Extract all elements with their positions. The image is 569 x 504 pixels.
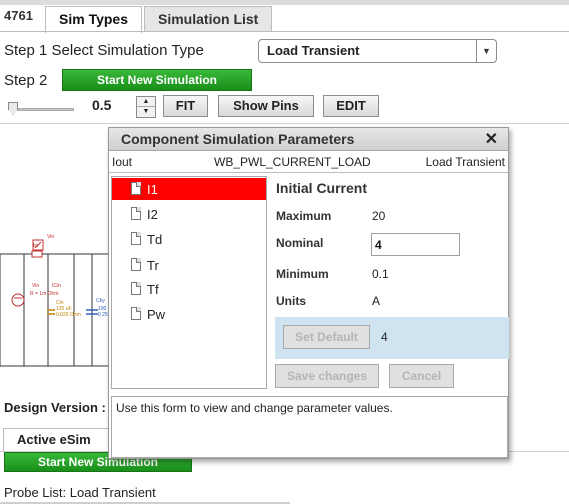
rs-label: R = 1m Ohm	[30, 291, 58, 297]
tab-active-esim[interactable]: Active eSim	[3, 428, 109, 452]
show-pins-button[interactable]: Show Pins	[218, 95, 314, 117]
tab-simulation-list[interactable]: Simulation List	[144, 6, 273, 32]
document-icon	[131, 207, 141, 220]
simulation-type-select[interactable]: Load Transient ▼	[258, 39, 497, 63]
vin-label: Vin	[47, 234, 54, 240]
component-sim-type: Load Transient	[425, 155, 505, 169]
param-detail-title: Initial Current	[276, 180, 368, 196]
param-label: Td	[147, 232, 163, 247]
default-value: 4	[381, 330, 388, 344]
param-label: I2	[147, 207, 158, 222]
param-item-tf[interactable]: Tf	[112, 278, 266, 300]
document-icon	[131, 232, 141, 245]
probe-list-label: Probe List: Load Transient	[4, 485, 156, 500]
document-icon	[131, 182, 141, 195]
maximum-label: Maximum	[276, 209, 332, 223]
document-icon	[131, 258, 141, 271]
parameter-list: I1 I2 Td Tr Tf Pw	[111, 176, 267, 389]
step2-label: Step 2	[4, 72, 48, 89]
units-label: Units	[276, 294, 306, 308]
design-version-label: Design Version :	[4, 400, 106, 415]
nominal-label: Nominal	[276, 236, 324, 250]
voltage-source-icon[interactable]	[11, 293, 25, 307]
canvas-divider	[0, 123, 569, 124]
maximum-value: 20	[372, 209, 386, 223]
spinner-up-icon[interactable]: ▲	[137, 97, 155, 107]
zoom-slider-track[interactable]	[10, 108, 74, 111]
param-item-i1[interactable]: I1	[112, 178, 266, 200]
iin-probe-icon[interactable]	[31, 250, 43, 258]
tab-sim-types[interactable]: Sim Types	[45, 6, 142, 33]
iin-label: Iin	[33, 243, 39, 249]
minimum-label: Minimum	[276, 267, 329, 281]
param-item-tr[interactable]: Tr	[112, 254, 266, 276]
top-strip	[0, 0, 569, 5]
cby-esr-label: 0.25	[98, 312, 108, 318]
start-new-simulation-button[interactable]: Start New Simulation	[62, 69, 252, 91]
component-name: Iout	[112, 155, 133, 169]
close-icon[interactable]: ✕	[485, 129, 498, 149]
main-tabs: Sim Types Simulation List	[45, 6, 274, 33]
param-label: Tr	[147, 258, 159, 273]
simulation-type-value: Load Transient	[267, 43, 360, 58]
nominal-input[interactable]	[371, 233, 460, 256]
component-simulation-parameters-dialog: Component Simulation Parameters ✕ Iout W…	[108, 127, 509, 459]
cby-label: Cby	[96, 298, 105, 304]
icin-label: ICin	[52, 283, 61, 289]
save-changes-button[interactable]: Save changes	[275, 364, 379, 388]
units-value: A	[372, 294, 381, 308]
cancel-button[interactable]: Cancel	[389, 364, 454, 388]
app-id: 4761	[4, 8, 33, 23]
param-item-pw[interactable]: Pw	[112, 303, 266, 325]
dialog-titlebar[interactable]: Component Simulation Parameters ✕	[109, 128, 508, 151]
spinner-down-icon[interactable]: ▼	[137, 107, 155, 117]
zoom-spinner[interactable]: ▲ ▼	[136, 96, 156, 118]
param-label: Tf	[147, 282, 159, 297]
document-icon	[131, 282, 141, 295]
fit-button[interactable]: FIT	[163, 95, 208, 117]
tab-divider	[0, 31, 569, 32]
edit-button[interactable]: EDIT	[323, 95, 379, 117]
param-label: I1	[147, 182, 158, 197]
step1-label: Step 1 Select Simulation Type	[4, 42, 204, 59]
component-model: WB_PWL_CURRENT_LOAD	[214, 155, 371, 169]
param-label: Pw	[147, 307, 166, 322]
dialog-title: Component Simulation Parameters	[121, 131, 355, 147]
schematic-canvas[interactable]: Vin Iin Vin ICin R = 1m Ohm Cin 120 uF 0…	[0, 232, 110, 372]
document-icon	[131, 307, 141, 320]
minimum-value: 0.1	[372, 267, 389, 281]
help-text-box: Use this form to view and change paramet…	[111, 396, 508, 458]
param-item-td[interactable]: Td	[112, 228, 266, 250]
chevron-down-icon[interactable]: ▼	[476, 40, 496, 62]
vin-src-label: Vin	[32, 283, 39, 289]
zoom-slider-thumb[interactable]	[8, 102, 18, 115]
dialog-header: Iout WB_PWL_CURRENT_LOAD Load Transient	[109, 151, 508, 173]
cin-esr-label: 0.025 Ohm	[56, 312, 81, 318]
param-item-i2[interactable]: I2	[112, 203, 266, 225]
zoom-value: 0.5	[92, 97, 112, 113]
set-default-button[interactable]: Set Default	[283, 325, 370, 349]
